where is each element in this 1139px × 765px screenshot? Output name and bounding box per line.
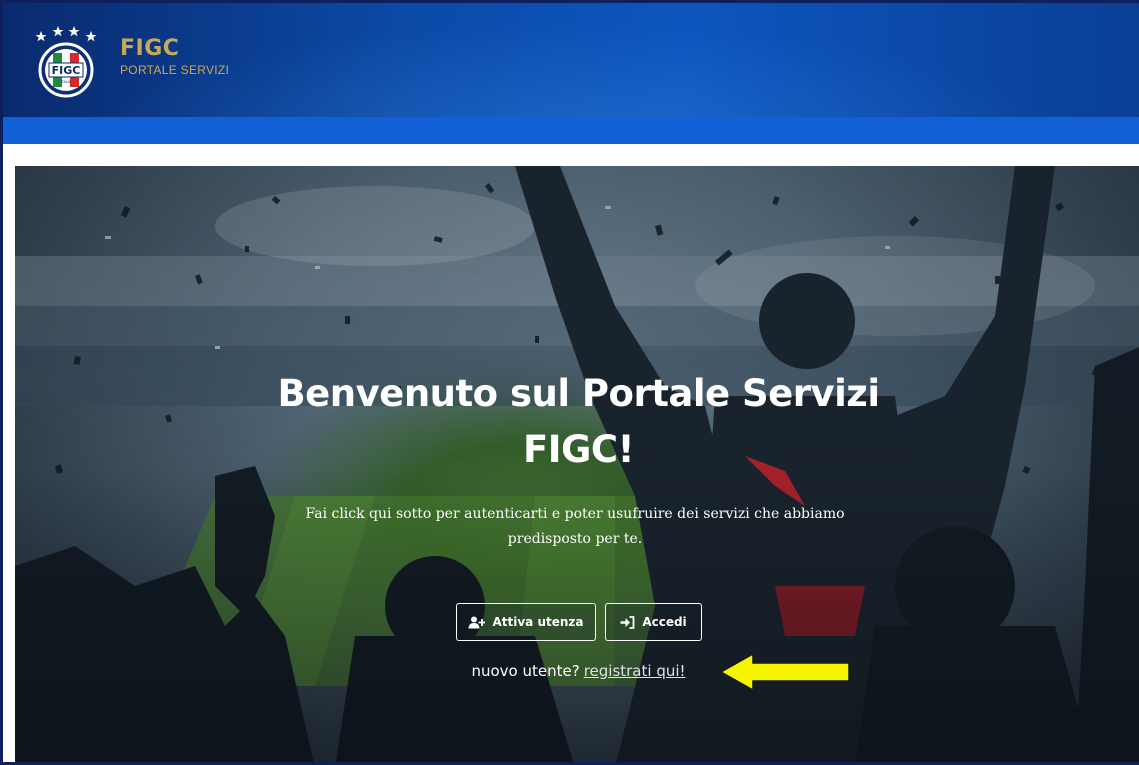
browser-frame: FIGC ITALIA FIGC PORTALE SERVIZI Benvenu… (0, 0, 1139, 765)
activate-account-label: Attiva utenza (492, 615, 584, 629)
brand-name[interactable]: FIGC (120, 37, 229, 61)
sign-in-icon (620, 615, 635, 629)
register-prefix: nuovo utente? (471, 662, 580, 680)
brand-subtitle: PORTALE SERVIZI (120, 63, 230, 77)
login-button[interactable]: Accedi (605, 603, 702, 641)
hero-title-line-1: Benvenuto sul Portale Servizi (277, 372, 880, 415)
user-plus-icon (468, 616, 486, 628)
hero-section: Benvenuto sul Portale Servizi FIGC! Fai … (15, 166, 1139, 762)
figc-logo[interactable]: FIGC ITALIA (31, 25, 101, 99)
logo-text: FIGC (52, 64, 81, 77)
site-header: FIGC ITALIA FIGC PORTALE SERVIZI (3, 3, 1139, 117)
activate-account-button[interactable]: Attiva utenza (456, 603, 596, 641)
yellow-arrow-left-icon (719, 652, 850, 692)
hero-title: Benvenuto sul Portale Servizi FIGC! (15, 366, 1139, 478)
brand: FIGC PORTALE SERVIZI (120, 37, 230, 78)
hero-description: Fai click qui sotto per autenticarti e p… (305, 506, 845, 547)
register-link[interactable]: registrati qui! (584, 662, 686, 680)
logo-small-text: ITALIA (61, 80, 72, 84)
hero-title-line-2: FIGC! (523, 428, 634, 471)
login-label: Accedi (642, 615, 687, 629)
navigation-bar (3, 117, 1139, 144)
register-prompt: nuovo utente? registrati qui! (15, 662, 1139, 680)
